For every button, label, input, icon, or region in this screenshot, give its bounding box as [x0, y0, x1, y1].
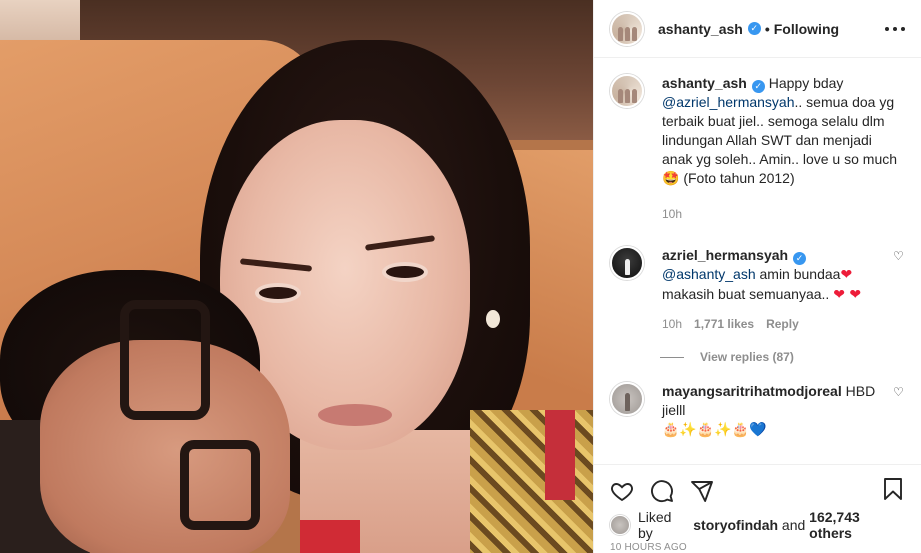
bookmark-icon[interactable]: [881, 477, 905, 501]
replies-line: [660, 356, 684, 358]
post-timestamp[interactable]: 10 HOURS AGO: [594, 542, 921, 553]
photo-eye-left: [255, 283, 301, 303]
comment-mention[interactable]: @ashanty_ash: [662, 266, 756, 282]
reply-button[interactable]: Reply: [766, 315, 799, 334]
photo-lips: [318, 404, 392, 426]
action-bar: [594, 464, 921, 508]
separator-dot: •: [764, 20, 770, 37]
caption-body: ashanty_ash ✓ Happy bday @azriel_hermansy…: [662, 74, 905, 224]
comment-body: azriel_hermansyah ✓ @ashanty_ash amin bun…: [662, 246, 905, 334]
caption-avatar[interactable]: [610, 74, 644, 108]
comment-text-2: makasih buat semuanyaa..: [662, 286, 830, 302]
comment-meta: 10h 1,771 likes Reply: [662, 315, 885, 334]
comment-time[interactable]: 10h: [662, 315, 682, 334]
photo-eye-right: [382, 262, 428, 282]
celebration-emojis: 🎂✨🎂✨🎂💙: [662, 422, 767, 438]
comment-username[interactable]: azriel_hermansyah: [662, 247, 788, 263]
author-avatar[interactable]: [610, 11, 644, 46]
liked-by-conj: and: [781, 517, 806, 533]
heart-icon[interactable]: [610, 479, 634, 503]
caption: ashanty_ash ✓ Happy bday @azriel_hermansy…: [610, 74, 905, 224]
verified-icon: ✓: [747, 22, 761, 35]
photo-glasses-lens: [180, 440, 260, 530]
comment-avatar[interactable]: [610, 246, 644, 280]
verified-icon: ✓: [793, 252, 807, 265]
comment-body: mayangsaritrihatmodjoreal HBD jielll 🎂✨🎂…: [662, 382, 905, 440]
comment-icon[interactable]: [650, 479, 674, 503]
like-comment-icon[interactable]: ♡: [893, 386, 905, 398]
comments-list[interactable]: ashanty_ash ✓ Happy bday @azriel_hermansy…: [594, 58, 921, 464]
more-options-icon[interactable]: [885, 20, 905, 38]
comment: azriel_hermansyah ✓ @ashanty_ash amin bun…: [610, 246, 905, 334]
verified-icon: ✓: [751, 80, 765, 93]
star-struck-emoji: 🤩: [662, 171, 680, 187]
view-replies-label[interactable]: View replies (87): [700, 350, 794, 364]
comment-avatar[interactable]: [610, 382, 644, 416]
like-comment-icon[interactable]: ♡: [893, 250, 905, 262]
comment-text: amin bundaa: [759, 266, 841, 282]
liked-by-label: Liked by: [638, 509, 672, 541]
view-replies[interactable]: View replies (87): [660, 350, 905, 364]
follow-button[interactable]: Following: [774, 21, 839, 37]
caption-time[interactable]: 10h: [662, 205, 682, 224]
share-icon[interactable]: [690, 479, 714, 503]
post-header: ashanty_ash ✓ • Following: [594, 0, 921, 58]
caption-mention[interactable]: @azriel_hermansyah: [662, 94, 795, 110]
photo-earring: [486, 310, 500, 328]
likes-count[interactable]: 162,743 others: [809, 509, 905, 541]
comment-likes[interactable]: 1,771 likes: [694, 315, 754, 334]
red-hearts-emoji: ❤ ❤: [833, 287, 862, 303]
caption-text: Happy bday: [768, 75, 844, 91]
post-photo[interactable]: [0, 0, 593, 553]
caption-text-end: (Foto tahun 2012): [683, 170, 795, 186]
photo-glasses: [120, 300, 210, 420]
red-heart-emoji: ❤: [840, 267, 853, 283]
post-side-panel: ashanty_ash ✓ • Following ashanty_ash ✓ H…: [593, 0, 921, 553]
comment: mayangsaritrihatmodjoreal HBD jielll 🎂✨🎂…: [610, 382, 905, 440]
author-username[interactable]: ashanty_ash: [658, 21, 743, 37]
photo-dress-strap: [545, 410, 575, 500]
instagram-post: ashanty_ash ✓ • Following ashanty_ash ✓ H…: [0, 0, 921, 553]
photo-red-top: [300, 520, 360, 553]
liker-avatar[interactable]: [610, 515, 630, 535]
caption-meta: 10h: [662, 205, 905, 224]
comment-username[interactable]: mayangsaritrihatmodjoreal: [662, 383, 842, 399]
caption-username[interactable]: ashanty_ash: [662, 75, 747, 91]
liker-username[interactable]: storyofindah: [693, 517, 778, 533]
likes-summary: Liked by storyofindah and 162,743 others: [594, 508, 921, 542]
